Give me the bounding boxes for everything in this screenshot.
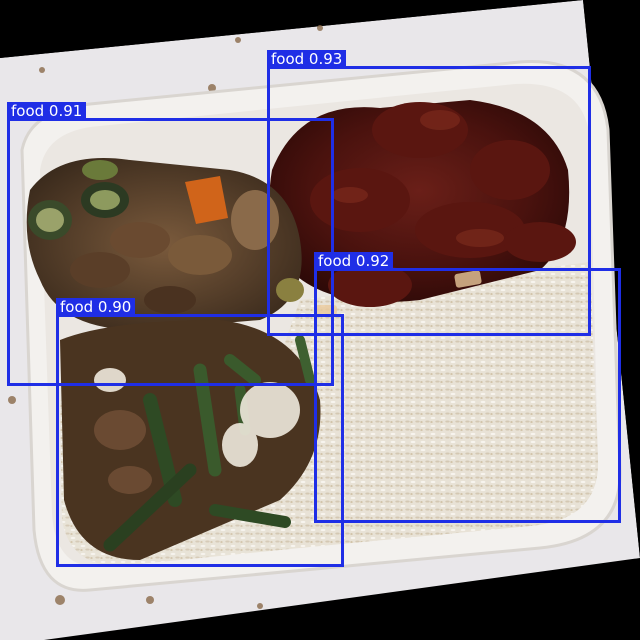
photo-scene: food 0.93 food 0.91 food 0.92 food 0.90 [0,0,640,640]
detection-label: food 0.90 [56,298,136,316]
detection-label: food 0.93 [267,50,347,68]
detection-box: food 0.90 [56,298,344,567]
detection-label: food 0.91 [7,102,87,120]
detection-box: food 0.92 [314,252,621,523]
detection-label: food 0.92 [314,252,394,270]
